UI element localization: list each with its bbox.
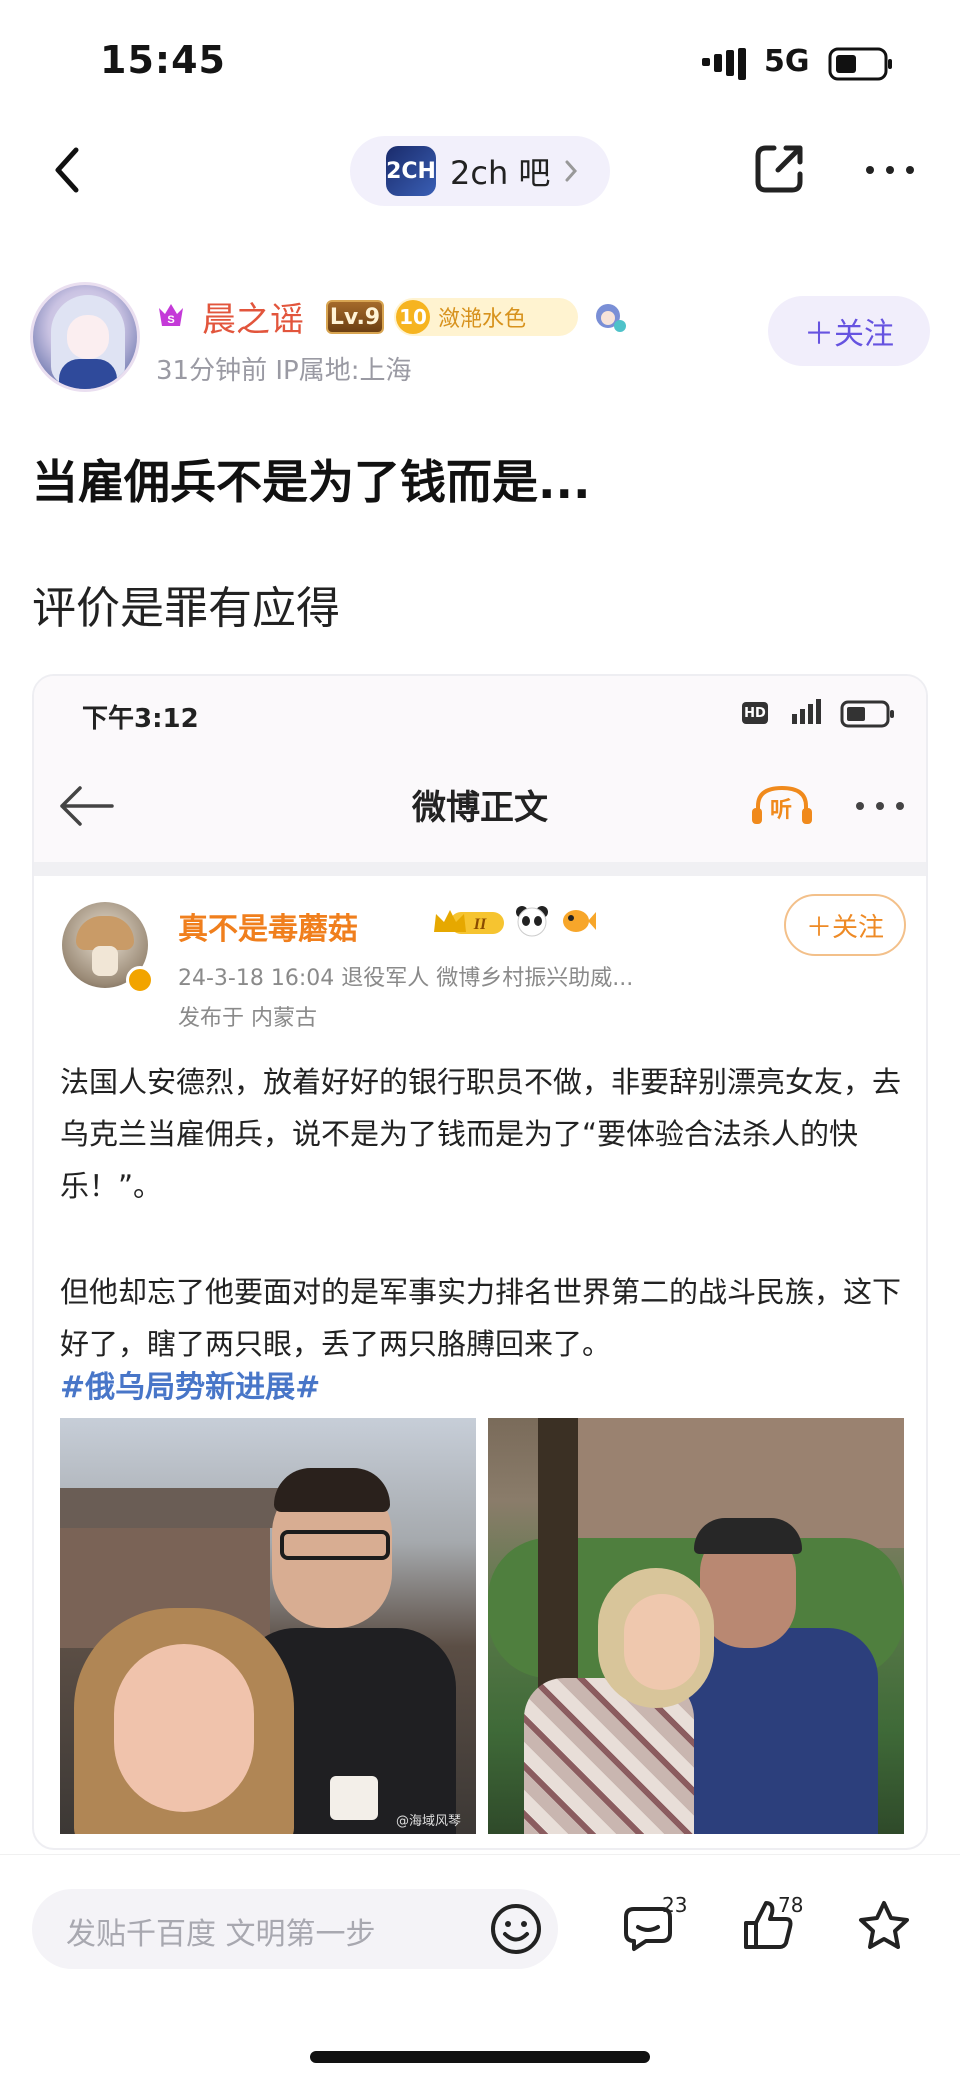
- post-title: 当雇佣兵不是为了钱而是...: [32, 455, 591, 509]
- back-icon[interactable]: [44, 140, 94, 200]
- status-bar: 15:45 5G: [0, 0, 960, 120]
- svg-text:S: S: [167, 314, 174, 326]
- verified-badge-icon: [126, 966, 154, 994]
- signal-icon: [792, 699, 821, 724]
- embed-status-time: 下午3:12: [82, 704, 199, 734]
- post-meta: 31分钟前 IP属地:上海: [156, 356, 412, 386]
- divider: [34, 862, 926, 876]
- avatar[interactable]: [30, 282, 140, 392]
- embed-status-bar: 下午3:12 HD: [34, 676, 926, 746]
- weibo-follow-button: ＋关注: [784, 894, 906, 956]
- level-badge: Lv.9: [326, 300, 384, 334]
- weibo-meta: 24-3-18 16:04 退役军人 微博乡村振兴助威...: [178, 966, 634, 991]
- character-badge-icon: [596, 304, 626, 332]
- forum-entry-button[interactable]: 2CH 2ch 吧: [350, 136, 610, 206]
- crown-badge-icon: II: [434, 910, 504, 934]
- listen-label: 听: [770, 798, 793, 823]
- battery-icon: [828, 47, 892, 81]
- follow-button[interactable]: ＋关注: [768, 296, 930, 366]
- more-icon: [856, 802, 904, 810]
- reply-placeholder: 发贴千百度 文明第一步: [66, 1917, 376, 1952]
- photo-couple-before: @海域风琴: [60, 1418, 476, 1834]
- forum-logo: 2CH: [386, 146, 436, 196]
- like-count: 78: [778, 1893, 804, 1917]
- comment-count: 23: [662, 1893, 688, 1917]
- author-row: S 晨之谣 Lv.9 10 潋滟水色 31分钟前 IP属地:上海 ＋关注: [30, 282, 930, 397]
- weibo-hashtag: #俄乌局势新进展#: [60, 1370, 321, 1405]
- hd-icon: HD: [742, 702, 768, 724]
- more-icon[interactable]: [862, 150, 918, 190]
- weibo-paragraph-2: 但他却忘了他要面对的是军事实力排名世界第二的战斗民族，这下好了，瞎了两只眼，丢了…: [60, 1275, 902, 1361]
- battery-icon: [840, 700, 894, 728]
- title-text: 潋滟水色: [438, 307, 527, 332]
- share-icon[interactable]: [750, 140, 808, 198]
- signal-icon: [702, 48, 746, 80]
- svg-text:II: II: [473, 916, 487, 933]
- emoji-icon[interactable]: [488, 1901, 544, 1957]
- fish-icon: [563, 910, 596, 932]
- forum-name: 2ch 吧: [450, 154, 551, 192]
- weibo-location: 发布于 内蒙古: [178, 1006, 317, 1031]
- nav-bar: 2CH 2ch 吧: [0, 120, 960, 220]
- vip-icon: S: [159, 304, 183, 326]
- title-number: 10: [396, 300, 430, 334]
- reply-input[interactable]: 发贴千百度 文明第一步: [32, 1889, 558, 1969]
- panda-icon: [516, 906, 548, 937]
- star-icon[interactable]: [856, 1899, 912, 1953]
- author-name[interactable]: 晨之谣: [202, 292, 304, 341]
- home-indicator: [310, 2051, 650, 2063]
- title-badge: 10 潋滟水色: [394, 298, 578, 336]
- embed-nav-bar: 微博正文 听: [34, 746, 926, 862]
- network-type: 5G: [764, 44, 810, 79]
- chevron-right-icon: [565, 160, 578, 182]
- status-time: 15:45: [100, 38, 226, 82]
- bottom-action-bar: 发贴千百度 文明第一步 23 78: [0, 1854, 960, 2078]
- post-body: 评价是罪有应得: [32, 583, 340, 634]
- photo-couple-after: [488, 1418, 904, 1834]
- embedded-screenshot[interactable]: 下午3:12 HD 微博正文 听 真不是毒蘑菇 II ＋关注 24-3-18 1…: [32, 674, 928, 1850]
- weibo-user-name: 真不是毒蘑菇: [178, 912, 358, 947]
- weibo-paragraph-1: 法国人安德烈，放着好好的银行职员不做，非要辞别漂亮女友，去乌克兰当雇佣兵，说不是…: [60, 1065, 902, 1203]
- photo-watermark: @海域风琴: [396, 1814, 462, 1829]
